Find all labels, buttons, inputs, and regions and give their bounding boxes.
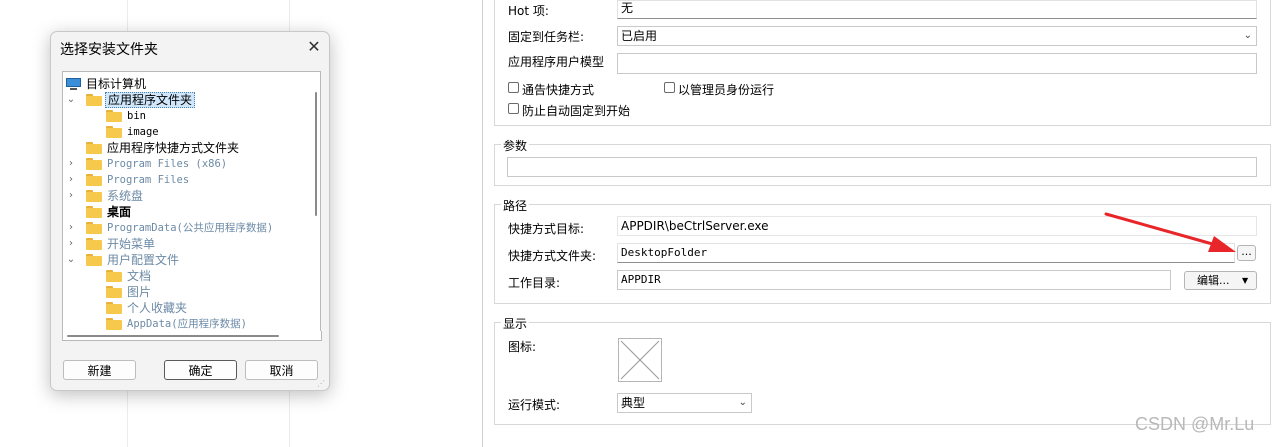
chevron-down-icon: ▼ bbox=[1242, 276, 1249, 285]
chevron-right-icon[interactable]: › bbox=[66, 188, 76, 204]
close-icon[interactable]: ✕ bbox=[303, 36, 325, 58]
annotation-arrow-icon bbox=[1104, 212, 1236, 252]
chevron-right-icon[interactable]: › bbox=[66, 156, 76, 172]
folder-icon bbox=[106, 126, 122, 138]
run-mode-select[interactable]: 典型 ⌄ bbox=[617, 393, 752, 413]
edit-dropdown-button[interactable]: 编辑... ▼ bbox=[1184, 271, 1257, 290]
folder-icon bbox=[106, 302, 122, 314]
folder-icon bbox=[86, 158, 102, 170]
folder-icon bbox=[86, 238, 102, 250]
folder-icon bbox=[86, 94, 102, 106]
annotation-arrow-shaft bbox=[1104, 212, 1218, 247]
pin-taskbar-select[interactable]: 已启用 ⌄ bbox=[617, 26, 1257, 46]
empty-image-icon bbox=[620, 340, 660, 380]
run-mode-value: 典型 bbox=[621, 396, 646, 410]
cancel-button[interactable]: 取消 bbox=[245, 360, 318, 380]
scrollbar-thumb[interactable] bbox=[67, 335, 279, 337]
annotation-arrow-head bbox=[1208, 236, 1236, 252]
icon-label: 图标: bbox=[508, 340, 537, 354]
chevron-down-icon[interactable]: ⌄ bbox=[66, 252, 76, 268]
chevron-right-icon[interactable]: › bbox=[66, 220, 76, 236]
tree-horizontal-scrollbar[interactable] bbox=[62, 331, 322, 341]
tree-label: 用户配置文件 bbox=[107, 253, 180, 267]
tree-vertical-scrollbar[interactable] bbox=[311, 71, 321, 333]
folder-icon bbox=[86, 206, 102, 218]
notify-shortcut-label: 通告快捷方式 bbox=[522, 83, 595, 97]
folder-icon bbox=[106, 270, 122, 282]
tree-label: AppData(应用程序数据) bbox=[127, 318, 247, 330]
tree-label: 目标计算机 bbox=[86, 77, 147, 91]
tree-label: bin bbox=[127, 110, 146, 122]
hotkey-input[interactable]: 无 bbox=[617, 0, 1257, 19]
tree-label: 文档 bbox=[127, 269, 152, 283]
path-title: 路径 bbox=[501, 197, 530, 214]
display-title: 显示 bbox=[501, 315, 530, 332]
resize-grip-icon[interactable]: ⋰ bbox=[317, 379, 327, 389]
run-as-admin-label: 以管理员身份运行 bbox=[678, 83, 775, 97]
tree-label: 个人收藏夹 bbox=[127, 301, 188, 315]
app-user-model-input[interactable] bbox=[617, 53, 1257, 74]
workdir-input[interactable]: APPDIR bbox=[617, 270, 1171, 290]
folder-icon bbox=[86, 174, 102, 186]
workdir-label: 工作目录: bbox=[508, 276, 561, 290]
tree-label: 应用程序快捷方式文件夹 bbox=[107, 141, 240, 155]
tree-label: 图片 bbox=[127, 285, 152, 299]
tree-label: ProgramData(公共应用程序数据) bbox=[107, 222, 274, 234]
tree-label: 应用程序文件夹 bbox=[105, 92, 196, 108]
display-group bbox=[494, 322, 1271, 425]
app-user-model-label: 应用程序用户模型 bbox=[508, 55, 605, 69]
folder-icon bbox=[86, 254, 102, 266]
chevron-right-icon[interactable]: › bbox=[66, 236, 76, 252]
folder-tree[interactable]: 目标计算机 ⌄ 应用程序文件夹 bin image 应用程序快捷方式文件夹 › … bbox=[62, 71, 313, 333]
prevent-autopin-label: 防止自动固定到开始 bbox=[522, 104, 631, 118]
hotkey-label: Hot 项: bbox=[508, 4, 549, 18]
folder-icon bbox=[106, 286, 122, 298]
computer-icon bbox=[66, 78, 81, 90]
tree-label: 桌面 bbox=[107, 205, 132, 219]
edit-button-label: 编辑... bbox=[1197, 274, 1230, 287]
prevent-autopin-checkbox[interactable] bbox=[508, 103, 519, 114]
tree-label: 开始菜单 bbox=[107, 237, 156, 251]
params-input[interactable] bbox=[507, 157, 1257, 177]
pane-border bbox=[482, 0, 483, 447]
new-button[interactable]: 新建 bbox=[63, 360, 136, 380]
run-as-admin-checkbox[interactable] bbox=[664, 82, 675, 93]
folder-icon bbox=[86, 142, 102, 154]
pin-taskbar-label: 固定到任务栏: bbox=[508, 30, 585, 44]
params-title: 参数 bbox=[501, 137, 530, 154]
notify-shortcut-checkbox[interactable] bbox=[508, 82, 519, 93]
folder-icon bbox=[106, 318, 122, 330]
ok-button[interactable]: 确定 bbox=[164, 360, 237, 380]
select-install-folder-dialog: 选择安装文件夹 ✕ 目标计算机 ⌄ 应用程序文件夹 bin image 应用程序… bbox=[50, 31, 330, 391]
scrollbar-thumb[interactable] bbox=[315, 92, 317, 216]
chevron-down-icon: ⌄ bbox=[738, 397, 747, 408]
pin-taskbar-value: 已启用 bbox=[621, 29, 658, 43]
run-mode-label: 运行模式: bbox=[508, 398, 561, 412]
chevron-down-icon[interactable]: ⌄ bbox=[66, 92, 76, 108]
tree-label: Program Files (x86) bbox=[107, 158, 228, 170]
tree-label: 系统盘 bbox=[107, 189, 144, 203]
folder-icon bbox=[86, 190, 102, 202]
chevron-right-icon[interactable]: › bbox=[66, 172, 76, 188]
shortcut-folder-label: 快捷方式文件夹: bbox=[508, 249, 597, 263]
dialog-title: 选择安装文件夹 bbox=[60, 42, 158, 58]
folder-icon bbox=[86, 222, 102, 234]
folder-icon bbox=[106, 110, 122, 122]
icon-image-placeholder[interactable] bbox=[618, 338, 662, 382]
target-label: 快捷方式目标: bbox=[508, 222, 585, 236]
chevron-down-icon: ⌄ bbox=[1243, 30, 1252, 41]
tree-label: image bbox=[127, 126, 159, 138]
watermark: CSDN @Mr.Lu bbox=[1135, 414, 1255, 434]
tree-label: Program Files bbox=[107, 174, 190, 186]
